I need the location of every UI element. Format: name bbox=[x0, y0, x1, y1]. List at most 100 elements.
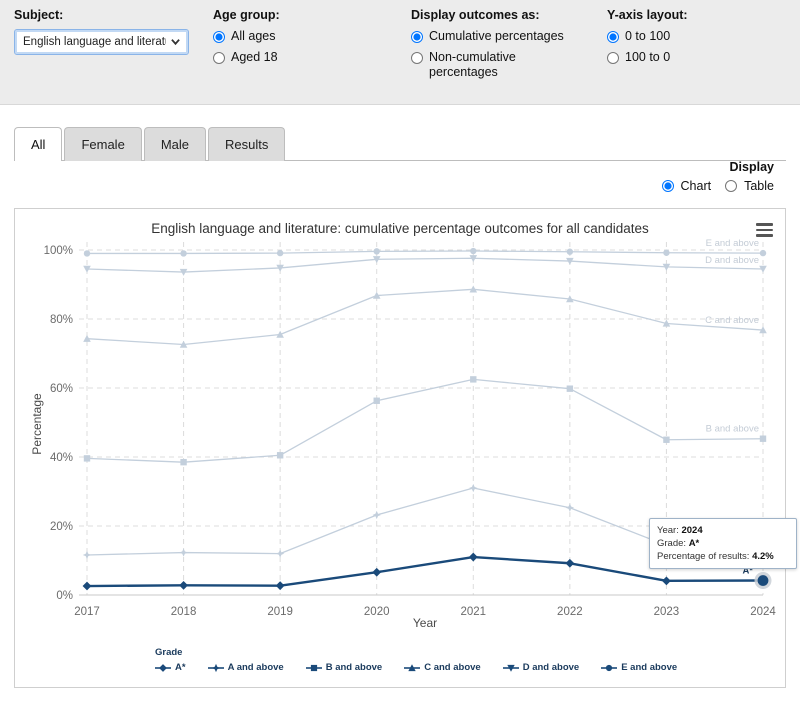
age-group-option-aged-18[interactable]: Aged 18 bbox=[213, 50, 280, 65]
data-point bbox=[468, 552, 478, 562]
y-tick-label: 100% bbox=[44, 245, 73, 257]
tab-female[interactable]: Female bbox=[64, 127, 142, 161]
data-point bbox=[469, 483, 478, 493]
x-tick-label: 2022 bbox=[557, 606, 583, 618]
tab-bar: All Female Male Results bbox=[0, 123, 800, 161]
data-point bbox=[159, 663, 167, 672]
x-tick-label: 2024 bbox=[750, 606, 776, 618]
legend-marker-icon bbox=[207, 663, 224, 672]
x-tick-label: 2017 bbox=[74, 606, 100, 618]
tab-all[interactable]: All bbox=[14, 127, 63, 161]
data-point bbox=[179, 580, 188, 590]
legend-marker-icon bbox=[305, 664, 322, 671]
tab-male[interactable]: Male bbox=[143, 127, 206, 161]
filter-bar: Subject: English language and literature… bbox=[0, 0, 800, 105]
x-tick-label: 2020 bbox=[364, 606, 390, 618]
legend-item-label: C and above bbox=[424, 662, 481, 673]
chart-tooltip: Year: 2024 Grade: A* Percentage of resul… bbox=[649, 518, 797, 569]
legend-item[interactable]: E and above bbox=[601, 662, 677, 673]
legend-item-label: D and above bbox=[522, 662, 580, 673]
chart-panel: English language and literature: cumulat… bbox=[14, 208, 797, 688]
chart-y-ticks: 0% 20% 40% 60% 80% 100% bbox=[44, 245, 73, 602]
legend-marker-icon bbox=[155, 663, 171, 672]
series-line bbox=[86, 257, 764, 273]
filter-age-group: Age group: All ages Aged 18 bbox=[213, 8, 280, 71]
data-point bbox=[565, 558, 575, 568]
data-point bbox=[372, 510, 381, 520]
legend-title: Grade bbox=[155, 647, 183, 658]
display-outcomes-option-label: Cumulative percentages bbox=[429, 29, 564, 43]
data-point bbox=[180, 458, 187, 466]
legend-item[interactable]: A and above bbox=[207, 662, 284, 673]
data-point bbox=[180, 250, 187, 257]
tooltip-pct-label: Percentage of results: bbox=[657, 551, 750, 562]
chart-legend: Grade A* A and above B and above C and abov… bbox=[155, 647, 699, 673]
filter-subject: Subject: English language and literature bbox=[14, 8, 189, 55]
series-b-and-above bbox=[83, 376, 767, 466]
subject-select[interactable]: English language and literature bbox=[14, 29, 189, 55]
display-outcomes-radio-non-cumulative[interactable] bbox=[411, 52, 423, 64]
age-group-option-label: Aged 18 bbox=[231, 50, 278, 64]
y-axis-option-label: 100 to 0 bbox=[625, 50, 671, 64]
data-point bbox=[470, 376, 477, 383]
display-outcomes-radio-cumulative[interactable] bbox=[411, 31, 423, 43]
data-point bbox=[179, 548, 188, 557]
data-point bbox=[759, 249, 767, 257]
y-axis-option-100-to-0[interactable]: 100 to 0 bbox=[607, 50, 688, 65]
y-axis-layout-label: Y-axis layout: bbox=[607, 8, 688, 22]
series-c-and-above bbox=[83, 285, 767, 348]
legend-item-label: E and above bbox=[621, 662, 678, 673]
data-point bbox=[276, 249, 284, 257]
tooltip-grade-label: Grade: bbox=[657, 538, 687, 549]
tooltip-year-label: Year: bbox=[657, 525, 679, 536]
data-point bbox=[275, 581, 285, 591]
data-point bbox=[211, 663, 220, 672]
highlight-point bbox=[757, 575, 769, 586]
data-point bbox=[275, 549, 285, 558]
legend-item-label: A* bbox=[175, 662, 186, 673]
legend-marker-icon bbox=[404, 663, 421, 671]
y-tick-label: 60% bbox=[50, 383, 73, 395]
age-group-radio-all-ages[interactable] bbox=[213, 31, 225, 43]
filter-y-axis-layout: Y-axis layout: 0 to 100 100 to 0 bbox=[607, 8, 688, 71]
series-end-label: B and above bbox=[706, 424, 759, 435]
data-point bbox=[82, 581, 92, 591]
data-point bbox=[662, 576, 671, 586]
display-radio-chart[interactable] bbox=[661, 180, 674, 192]
legend-item[interactable]: D and above bbox=[502, 662, 580, 673]
data-point bbox=[663, 249, 670, 256]
display-toggle-title: Display bbox=[729, 160, 774, 174]
filter-display-outcomes: Display outcomes as: Cumulative percenta… bbox=[411, 8, 564, 86]
legend-item[interactable]: A* bbox=[155, 662, 186, 673]
line-chart: 0%20%40%60%80%100% 2017 2018 2019 2020 2021 2… bbox=[30, 238, 776, 630]
series-line bbox=[86, 378, 764, 463]
display-outcomes-option-non-cumulative[interactable]: Non-cumulative percentages bbox=[411, 50, 564, 80]
data-point bbox=[606, 664, 613, 671]
series-end-label: E and above bbox=[706, 238, 759, 249]
data-point bbox=[759, 435, 767, 442]
legend-item-label: B and above bbox=[325, 662, 383, 673]
display-outcomes-option-cumulative[interactable]: Cumulative percentages bbox=[411, 29, 564, 44]
series-end-label: C and above bbox=[705, 315, 759, 326]
data-point bbox=[470, 247, 477, 255]
chart-y-axis-label: Percentage bbox=[30, 393, 44, 455]
legend-item-label: A and above bbox=[227, 662, 284, 673]
tooltip-pct-value: 4.2% bbox=[752, 551, 774, 562]
legend-marker-icon bbox=[601, 664, 618, 671]
age-group-radio-aged-18[interactable] bbox=[213, 52, 225, 64]
data-point bbox=[373, 248, 380, 255]
age-group-option-label: All ages bbox=[231, 29, 276, 43]
age-group-option-all-ages[interactable]: All ages bbox=[213, 29, 280, 44]
y-axis-radio-0-to-100[interactable] bbox=[607, 31, 619, 43]
data-point bbox=[82, 550, 92, 560]
display-radio-table[interactable] bbox=[725, 180, 738, 192]
tab-results[interactable]: Results bbox=[208, 127, 286, 161]
x-tick-label: 2018 bbox=[171, 606, 197, 618]
series-e-and-above bbox=[83, 247, 767, 257]
legend-item[interactable]: C and above bbox=[404, 662, 481, 673]
y-axis-radio-100-to-0[interactable] bbox=[607, 52, 619, 64]
display-outcomes-option-label: Non-cumulative percentages bbox=[429, 50, 516, 79]
y-axis-option-0-to-100[interactable]: 0 to 100 bbox=[607, 29, 688, 44]
legend-item[interactable]: B and above bbox=[305, 662, 383, 673]
subject-label: Subject: bbox=[14, 8, 64, 22]
